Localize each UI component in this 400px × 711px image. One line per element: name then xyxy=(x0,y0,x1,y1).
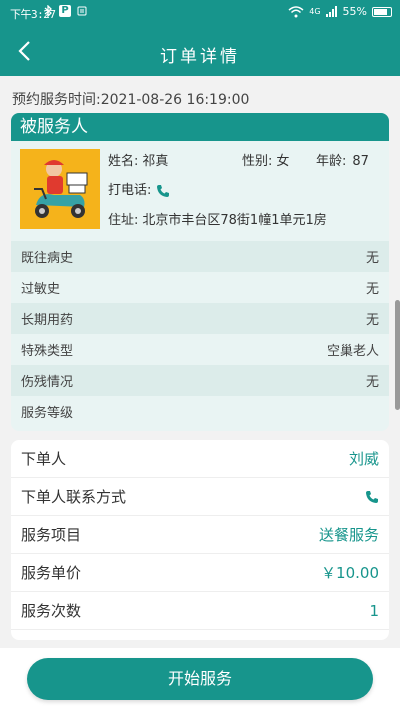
row-value: 送餐服务 xyxy=(318,526,379,544)
p-app-icon: P xyxy=(59,5,71,17)
booking-time-label: 预约服务时间: xyxy=(12,92,101,108)
row-label: 服务次数 xyxy=(21,602,82,620)
booking-time: 预约服务时间:2021-08-26 16:19:00 xyxy=(12,89,249,109)
phone-label: 打电话: xyxy=(108,183,152,198)
row-label: 服务等级 xyxy=(21,406,74,421)
start-service-button[interactable]: 开始服务 xyxy=(27,658,373,700)
name-field: 姓名: 祁真 xyxy=(108,150,168,169)
address-field: 住址: 北京市丰台区78街1幢1单元1房 xyxy=(108,209,327,228)
battery-text: 55% xyxy=(342,5,367,18)
name-value: 祁真 xyxy=(142,154,169,169)
list-item: 服务次数 1 xyxy=(11,592,389,630)
row-label: 服务项目 xyxy=(21,526,82,544)
list-item: 服务等级 xyxy=(11,396,389,427)
age-field: 年龄: 87 xyxy=(316,150,369,169)
row-label: 特殊类型 xyxy=(21,344,74,359)
wifi-icon xyxy=(288,5,304,17)
list-item: 服务项目 送餐服务 xyxy=(11,516,389,554)
name-label: 姓名: xyxy=(108,154,139,169)
row-value: 无 xyxy=(365,313,379,328)
top-bar: 下午3:27 P 4G 55% 订单详情 xyxy=(0,0,400,76)
row-label: 下单人联系方式 xyxy=(21,488,127,506)
gender-field: 性别: 女 xyxy=(242,150,289,169)
phone-field[interactable]: 打电话: xyxy=(108,179,170,198)
row-value: 刘威 xyxy=(348,450,379,468)
address-value: 北京市丰台区78街1幢1单元1房 xyxy=(142,213,327,228)
row-value: 无 xyxy=(365,282,379,297)
person-info: 姓名: 祁真 性别: 女 年龄: 87 打电话: 住址: 北京市丰台区78街1幢1单元1… xyxy=(11,141,389,237)
bottom-action-bar: 开始服务 xyxy=(0,648,400,711)
phone-icon[interactable] xyxy=(156,184,170,198)
list-item: 伤残情况 无 xyxy=(11,365,389,396)
gender-label: 性别: xyxy=(242,154,273,169)
status-bar: 下午3:27 P 4G 55% xyxy=(0,0,400,26)
notification-icon xyxy=(77,6,87,16)
row-label: 过敏史 xyxy=(21,282,61,297)
row-value: 无 xyxy=(365,375,379,390)
status-right-icons: 4G 55% xyxy=(288,5,392,18)
battery-icon xyxy=(372,6,392,17)
scrollbar[interactable] xyxy=(395,300,400,410)
row-value: 空巢老人 xyxy=(326,344,379,359)
gender-value: 女 xyxy=(276,154,290,169)
list-item[interactable]: 下单人联系方式 xyxy=(11,478,389,516)
served-person-title: 被服务人 xyxy=(11,113,389,141)
page-title: 订单详情 xyxy=(160,47,240,67)
order-info-card: 下单人 刘威 下单人联系方式 服务项目 送餐服务 服务单价 ￥10.00 服务次数 1 xyxy=(11,440,389,640)
signal-label: 4G xyxy=(309,7,321,16)
delivery-scooter-illustration xyxy=(20,149,100,229)
health-info-list: 既往病史无 过敏史无 长期用药无 特殊类型 空巢老人 伤残情况无 服务等级 xyxy=(11,241,389,427)
list-item: 特殊类型 空巢老人 xyxy=(11,334,389,365)
booking-time-value: 2021-08-26 16:19:00 xyxy=(100,92,250,108)
list-item: 过敏史 无 xyxy=(11,272,389,303)
row-value: 无 xyxy=(365,251,379,266)
row-label: 伤残情况 xyxy=(21,375,74,390)
address-label: 住址: xyxy=(108,213,139,228)
avatar xyxy=(20,149,100,229)
list-item: 长期用药 无 xyxy=(11,303,389,334)
bluetooth-icon xyxy=(44,5,52,17)
signal-icon xyxy=(325,6,337,17)
row-label: 既往病史 xyxy=(21,251,74,266)
list-item: 服务单价 ￥10.00 xyxy=(11,554,389,592)
phone-icon[interactable] xyxy=(365,490,379,504)
list-item: 下单人 刘威 xyxy=(11,440,389,478)
row-label: 长期用药 xyxy=(21,313,74,328)
row-value: ￥10.00 xyxy=(321,564,379,582)
age-value: 87 xyxy=(352,154,369,169)
row-label: 下单人 xyxy=(21,450,67,468)
status-left-icons: P xyxy=(44,5,87,17)
age-label: 年龄: xyxy=(316,154,347,169)
served-person-card: 被服务人 姓名: 祁真 性别: 女 年龄: 87 打电话: 住址: 北京市丰台区… xyxy=(11,113,389,431)
row-label: 服务单价 xyxy=(21,564,82,582)
list-item: 既往病史 无 xyxy=(11,241,389,272)
row-value: 1 xyxy=(369,601,379,620)
